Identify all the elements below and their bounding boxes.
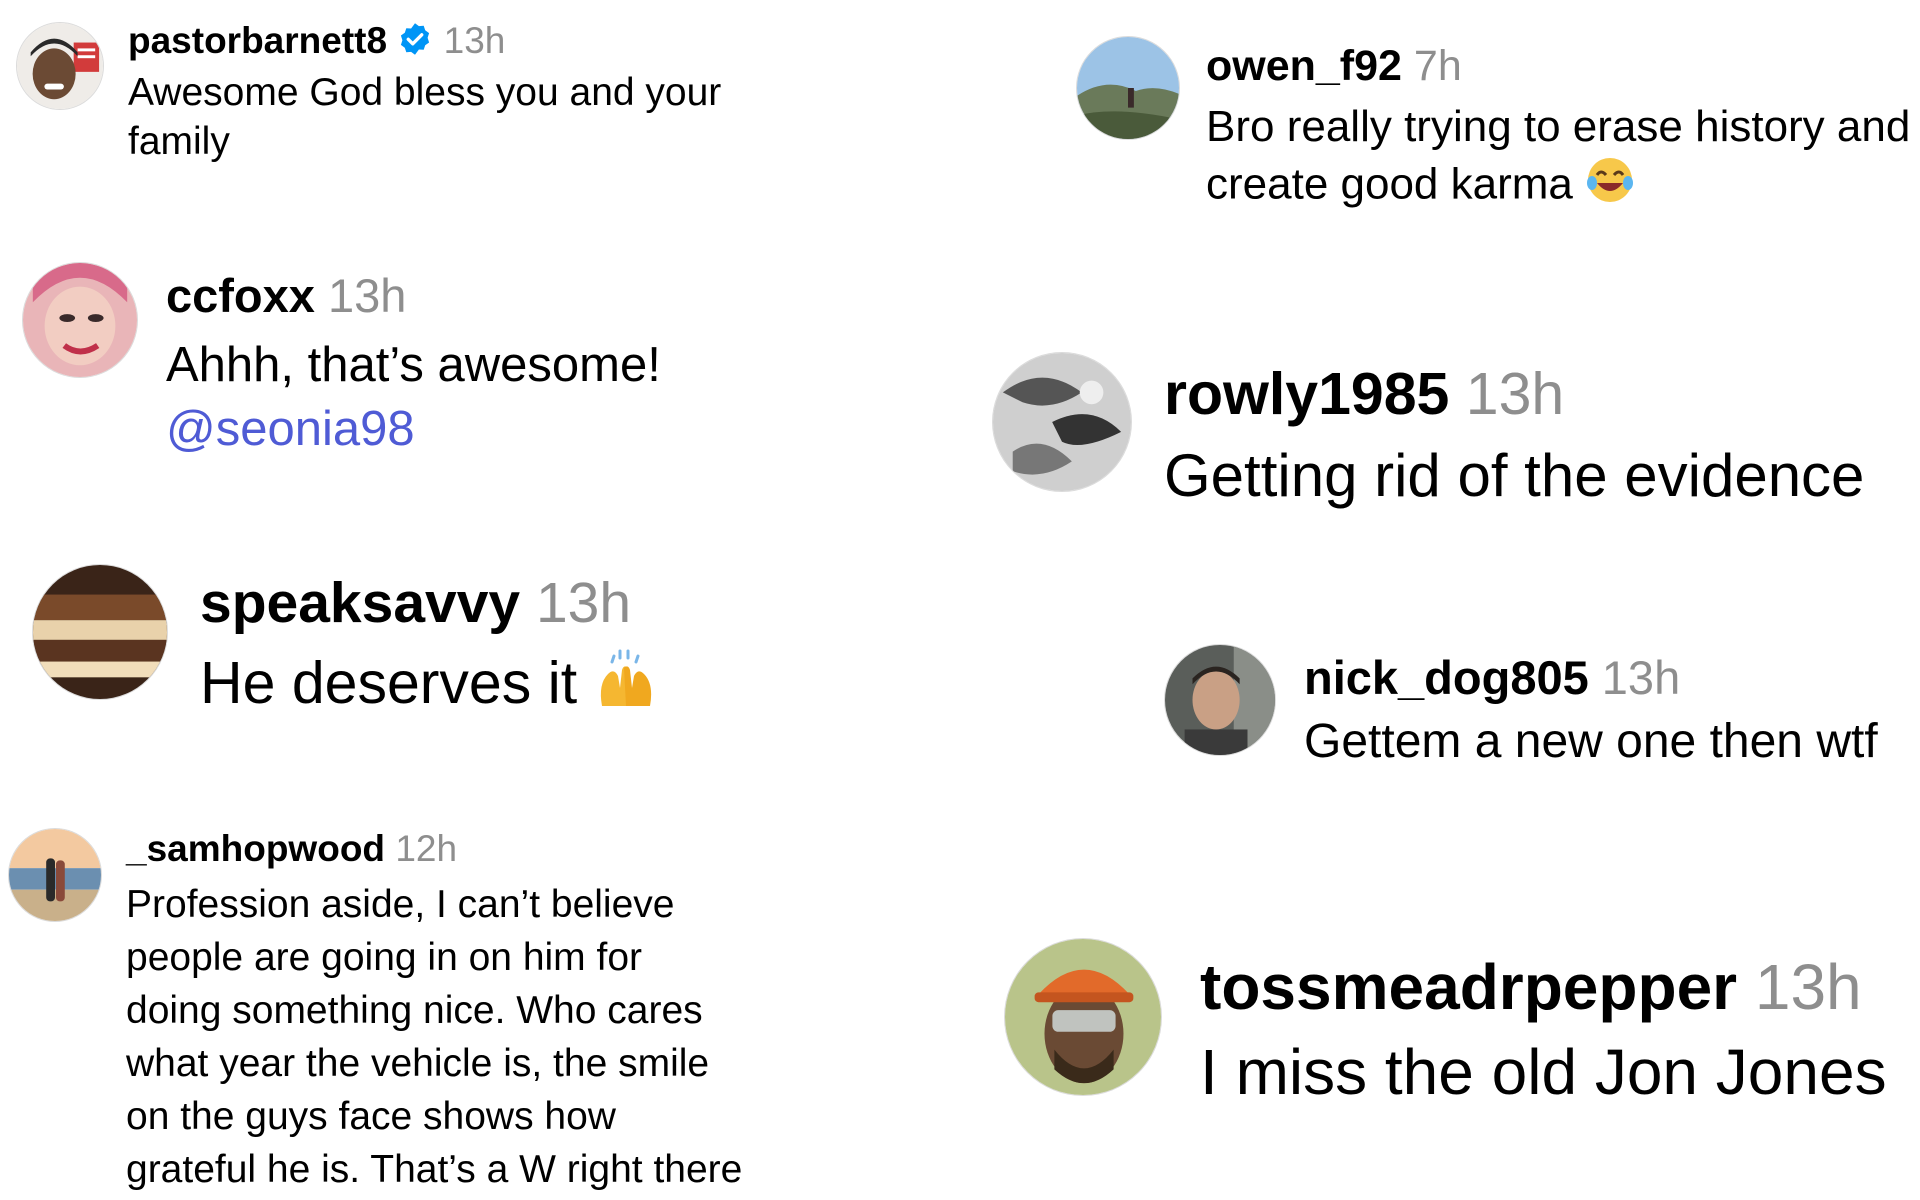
username[interactable]: rowly1985 xyxy=(1164,361,1449,427)
comment-text-line: Profession aside, I can’t believe xyxy=(126,883,675,926)
comment-text-line: Bro really trying to erase history and xyxy=(1206,102,1911,151)
avatar-image xyxy=(1077,37,1179,139)
timestamp: 13h xyxy=(327,269,407,322)
username[interactable]: pastorbarnett8 xyxy=(128,20,387,61)
avatar-_samhopwood[interactable] xyxy=(8,828,102,922)
username[interactable]: tossmeadrpepper xyxy=(1200,951,1737,1023)
avatar-image xyxy=(9,829,101,921)
username[interactable]: _samhopwood xyxy=(126,828,385,869)
avatar-image xyxy=(993,353,1131,491)
comment-text-line: grateful he is. That’s a W right there xyxy=(126,1148,743,1191)
timestamp: 13h xyxy=(535,571,632,635)
comment-text-line: create good karma xyxy=(1206,159,1573,209)
timestamp: 13h xyxy=(1601,651,1681,704)
timestamp: 13h xyxy=(1465,361,1565,427)
comment-text-line: doing something nice. Who cares xyxy=(126,989,703,1032)
comment-text-line: people are going in on him for xyxy=(126,936,643,979)
timestamp: 13h xyxy=(1754,951,1862,1023)
comment-text-line: Awesome God bless you and your xyxy=(128,71,722,114)
comment-text-line: I miss the old Jon Jones xyxy=(1200,1036,1887,1108)
avatar-image xyxy=(1165,645,1275,755)
comment-text-line: He deserves it xyxy=(200,650,578,717)
username[interactable]: ccfoxx xyxy=(166,269,315,322)
timestamp: 13h xyxy=(443,20,506,61)
avatar-speaksavvy[interactable] xyxy=(32,564,168,700)
timestamp: 12h xyxy=(395,828,458,869)
avatar-owen_f92[interactable] xyxy=(1076,36,1180,140)
comment-text-line: family xyxy=(128,120,230,163)
verified-badge-icon xyxy=(401,23,430,56)
raising-hands-emoji-icon xyxy=(600,649,651,706)
avatar-image xyxy=(33,565,167,699)
username[interactable]: nick_dog805 xyxy=(1304,651,1589,704)
avatar-ccfoxx[interactable] xyxy=(22,262,138,378)
avatar-image xyxy=(1005,939,1161,1095)
laughing-emoji-icon xyxy=(1587,158,1634,202)
mention-link[interactable]: @seonia98 xyxy=(166,397,661,461)
avatar-rowly1985[interactable] xyxy=(992,352,1132,492)
avatar-pastorbarnett8[interactable] xyxy=(16,22,104,110)
timestamp: 7h xyxy=(1413,42,1462,90)
username[interactable]: speaksavvy xyxy=(200,571,520,635)
comment-text-line: Ahhh, that’s awesome! xyxy=(166,338,661,392)
comment-text-line: Gettem a new one then wtf xyxy=(1304,715,1878,768)
avatar-nick_dog805[interactable] xyxy=(1164,644,1276,756)
username[interactable]: owen_f92 xyxy=(1206,42,1402,90)
comment-text-line: on the guys face shows how xyxy=(126,1095,616,1138)
avatar-tossmeadrpepper[interactable] xyxy=(1004,938,1162,1096)
comment-text-line: Getting rid of the evidence xyxy=(1164,442,1865,509)
avatar-image xyxy=(17,23,103,109)
comment-text-line: what year the vehicle is, the smile xyxy=(126,1042,710,1085)
avatar-image xyxy=(23,263,137,377)
